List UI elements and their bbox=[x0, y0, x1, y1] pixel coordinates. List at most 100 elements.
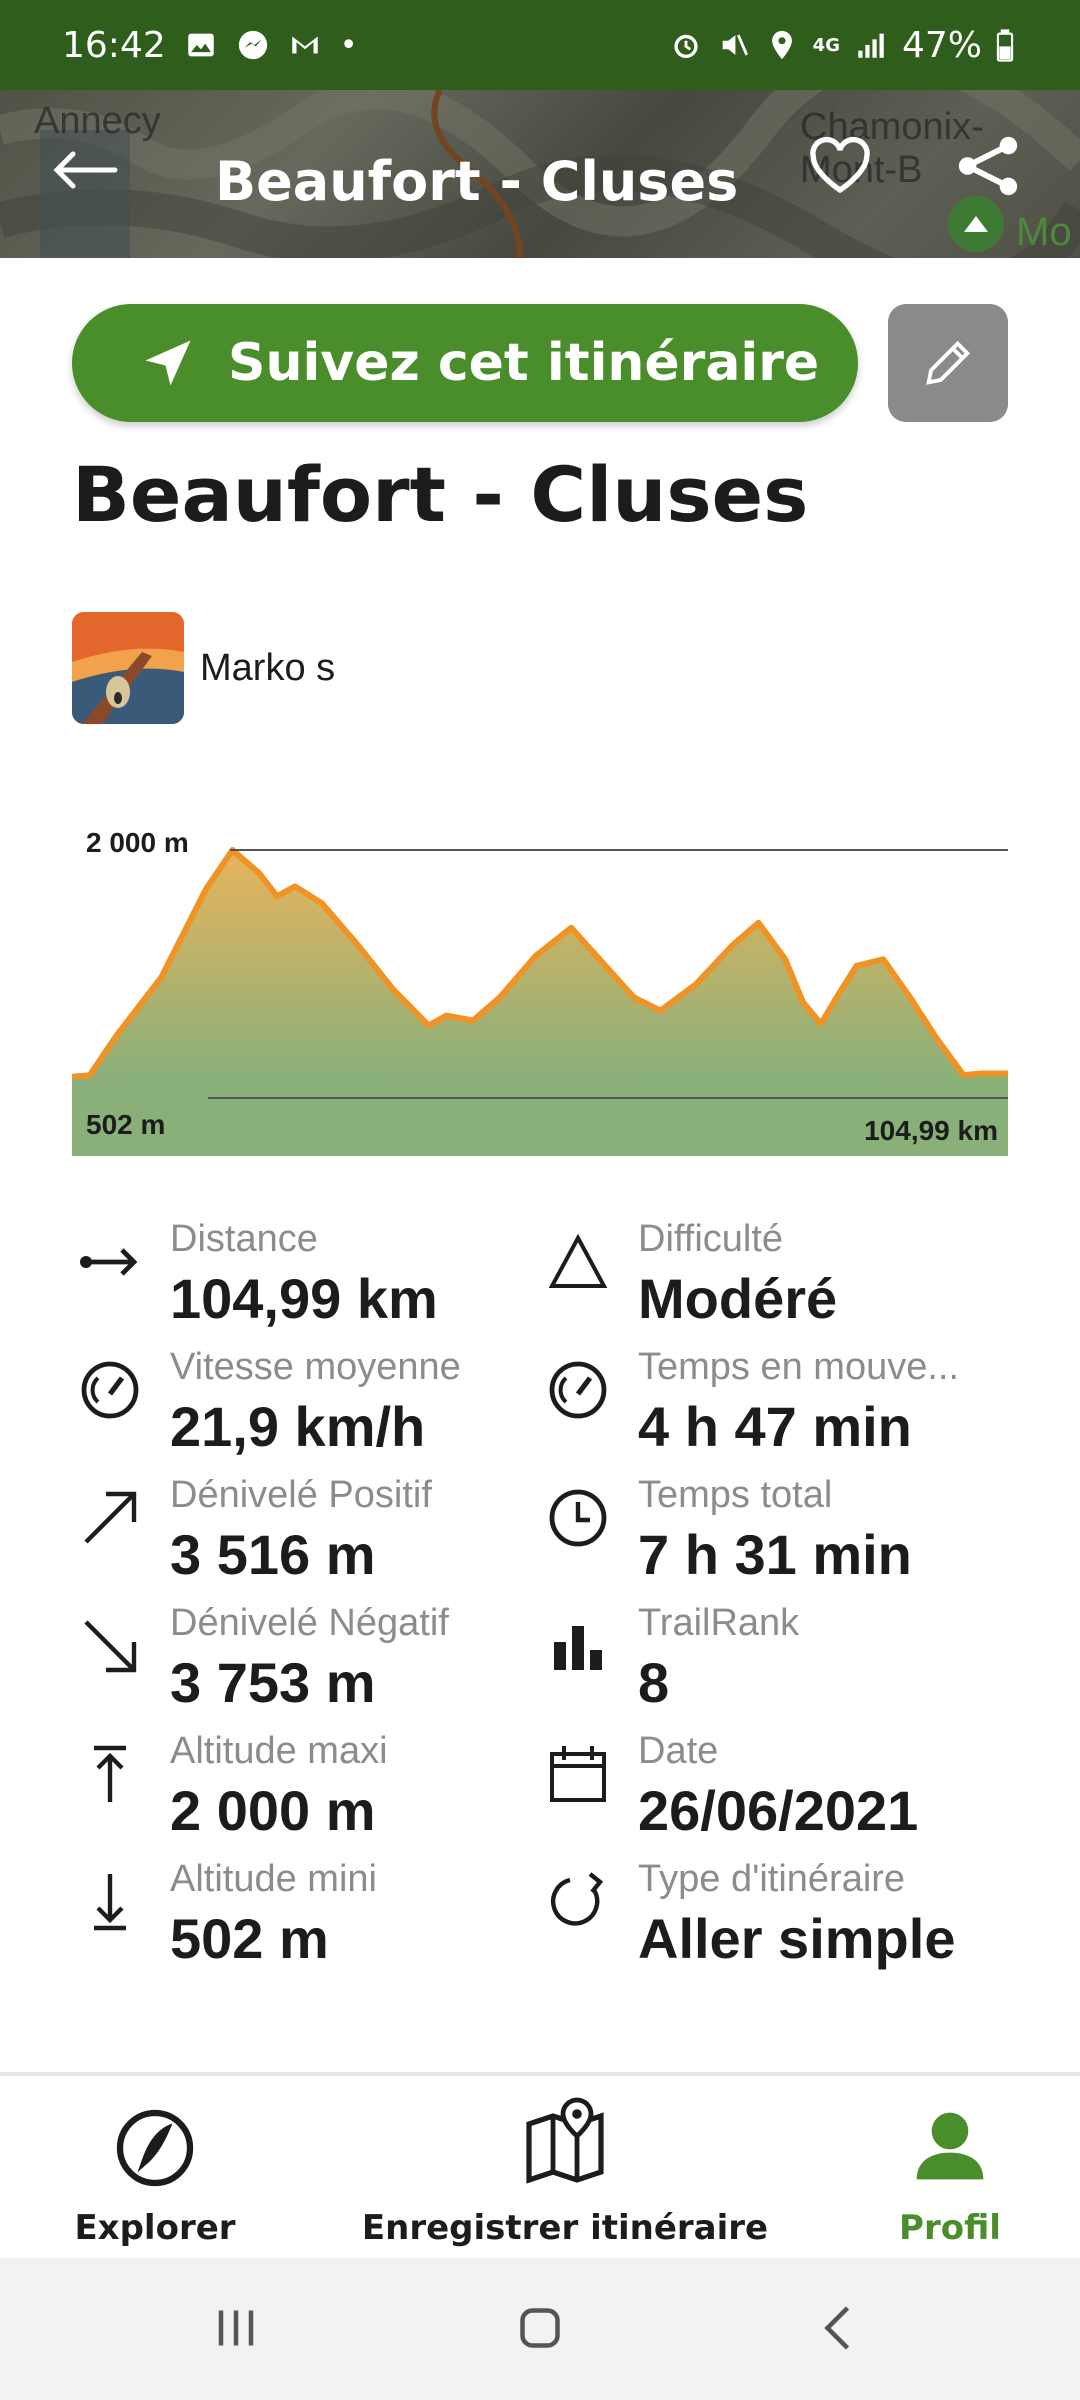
favorite-button[interactable] bbox=[800, 126, 880, 206]
system-nav-bar bbox=[0, 2258, 1080, 2400]
calendar-icon bbox=[550, 1746, 606, 1802]
stat-value: 26/06/2021 bbox=[638, 1779, 919, 1842]
elevation-chart: 2 000 m 502 m 104,99 km bbox=[72, 827, 1008, 1156]
chart-max-label: 2 000 m bbox=[86, 827, 189, 858]
stat-label: Difficulté bbox=[638, 1218, 784, 1260]
location-icon bbox=[765, 28, 799, 62]
dot-icon: • bbox=[339, 27, 358, 63]
stat-distance: Distance 104,99 km bbox=[72, 1210, 532, 1338]
recent-apps-button[interactable] bbox=[206, 2298, 266, 2358]
one-way-icon bbox=[551, 1872, 604, 1926]
gallery-icon bbox=[184, 28, 218, 62]
stat-label: Type d'itinéraire bbox=[638, 1858, 906, 1900]
stat-moving-time: Temps en mouve... 4 h 47 min bbox=[540, 1338, 1000, 1466]
stat-value: Modéré bbox=[638, 1267, 838, 1330]
battery-icon bbox=[996, 28, 1018, 62]
stat-trailrank: TrailRank 8 bbox=[540, 1594, 1000, 1722]
nav-record[interactable]: Enregistrer itinéraire bbox=[362, 2076, 768, 2262]
stat-date: Date 26/06/2021 bbox=[540, 1722, 1000, 1850]
stat-route-type: Type d'itinéraire Aller simple bbox=[540, 1850, 1000, 1978]
stat-value: 2 000 m bbox=[170, 1779, 376, 1842]
stat-value: 104,99 km bbox=[170, 1267, 438, 1330]
messenger-icon bbox=[236, 28, 270, 62]
stat-value: 4 h 47 min bbox=[638, 1395, 912, 1458]
clock-icon bbox=[549, 1489, 607, 1547]
nav-explore[interactable]: Explorer bbox=[60, 2076, 250, 2262]
stat-value: Aller simple bbox=[638, 1907, 956, 1970]
cta-row: Suivez cet itinéraire bbox=[72, 304, 1008, 422]
distance-icon bbox=[80, 1248, 138, 1276]
follow-route-label: Suivez cet itinéraire bbox=[228, 333, 820, 393]
nav-profile[interactable]: Profil bbox=[870, 2076, 1030, 2262]
stat-value: 502 m bbox=[170, 1907, 329, 1970]
nav-record-label: Enregistrer itinéraire bbox=[361, 2208, 769, 2248]
stat-value: 7 h 31 min bbox=[638, 1523, 912, 1586]
stat-average-speed: Vitesse moyenne 21,9 km/h bbox=[72, 1338, 532, 1466]
altitude-max-icon bbox=[94, 1745, 126, 1802]
nav-profile-label: Profil bbox=[899, 2208, 1001, 2248]
back-arrow-icon bbox=[53, 151, 118, 189]
stat-label: TrailRank bbox=[638, 1602, 800, 1644]
home-button[interactable] bbox=[510, 2298, 570, 2358]
share-button[interactable] bbox=[948, 126, 1028, 206]
stat-value: 8 bbox=[638, 1651, 670, 1714]
nav-explore-label: Explorer bbox=[74, 2208, 236, 2248]
speedometer-icon bbox=[549, 1361, 607, 1419]
elevation-area bbox=[72, 850, 1008, 1156]
speedometer-icon bbox=[81, 1361, 139, 1419]
share-icon bbox=[958, 136, 1018, 196]
stat-total-time: Temps total 7 h 31 min bbox=[540, 1466, 1000, 1594]
stat-label: Distance bbox=[170, 1218, 318, 1260]
avatar-scream-image bbox=[72, 612, 184, 724]
stat-label: Altitude maxi bbox=[170, 1730, 388, 1772]
profile-icon bbox=[916, 2112, 984, 2180]
stat-label: Temps total bbox=[638, 1474, 833, 1516]
author[interactable]: Marko s bbox=[72, 612, 335, 724]
difficulty-triangle-icon bbox=[548, 1233, 608, 1288]
stat-label: Dénivelé Négatif bbox=[170, 1602, 449, 1644]
stat-label: Temps en mouve... bbox=[638, 1346, 960, 1388]
stat-negative-elevation: Dénivelé Négatif 3 753 m bbox=[72, 1594, 532, 1722]
stat-difficulty: Difficulté Modéré bbox=[540, 1210, 1000, 1338]
stat-min-altitude: Altitude mini 502 m bbox=[72, 1850, 532, 1978]
stat-positive-elevation: Dénivelé Positif 3 516 m bbox=[72, 1466, 532, 1594]
stat-max-altitude: Altitude maxi 2 000 m bbox=[72, 1722, 532, 1850]
status-bar: 16:42 • 4G 47% bbox=[0, 0, 1080, 90]
map-header: Annecy Chamonix-Mont-B Mo Beaufort - Clu… bbox=[0, 90, 1080, 258]
stat-value: 3 753 m bbox=[170, 1651, 376, 1714]
follow-route-button[interactable]: Suivez cet itinéraire bbox=[72, 304, 858, 422]
stat-label: Dénivelé Positif bbox=[170, 1474, 432, 1516]
stat-value: 3 516 m bbox=[170, 1523, 376, 1586]
navigation-arrow-icon bbox=[145, 340, 191, 386]
edit-button[interactable] bbox=[888, 304, 1008, 422]
route-title: Beaufort - Cluses bbox=[72, 450, 809, 539]
alarm-icon bbox=[669, 28, 703, 62]
status-time: 16:42 bbox=[62, 24, 166, 66]
avatar bbox=[72, 612, 184, 724]
stat-label: Altitude mini bbox=[170, 1858, 377, 1900]
header-title: Beaufort - Cluses bbox=[215, 150, 739, 213]
stat-value: 21,9 km/h bbox=[170, 1395, 426, 1458]
chart-min-label: 502 m bbox=[86, 1109, 165, 1140]
chart-distance-label: 104,99 km bbox=[864, 1115, 998, 1146]
map-label-mo: Mo bbox=[1016, 210, 1072, 254]
heart-icon bbox=[810, 136, 870, 194]
pencil-icon bbox=[926, 340, 971, 385]
arrow-up-right-icon bbox=[84, 1491, 137, 1544]
bottom-nav: Explorer Enregistrer itinéraire Profil bbox=[0, 2072, 1080, 2258]
author-name: Marko s bbox=[200, 646, 336, 689]
altitude-min-icon bbox=[94, 1874, 126, 1931]
map-pin-icon bbox=[526, 2097, 604, 2184]
gmail-icon bbox=[288, 28, 322, 62]
system-back-button[interactable] bbox=[810, 2298, 870, 2358]
arrow-down-right-icon bbox=[84, 1620, 137, 1673]
battery-level: 47% bbox=[901, 24, 982, 66]
stat-label: Date bbox=[638, 1730, 719, 1772]
back-button[interactable] bbox=[44, 130, 124, 210]
network-type: 4G bbox=[812, 34, 840, 56]
explore-icon bbox=[116, 2109, 194, 2187]
bar-chart-icon bbox=[554, 1626, 602, 1670]
mute-icon bbox=[717, 28, 751, 62]
stat-label: Vitesse moyenne bbox=[170, 1346, 461, 1388]
signal-icon bbox=[854, 28, 888, 62]
